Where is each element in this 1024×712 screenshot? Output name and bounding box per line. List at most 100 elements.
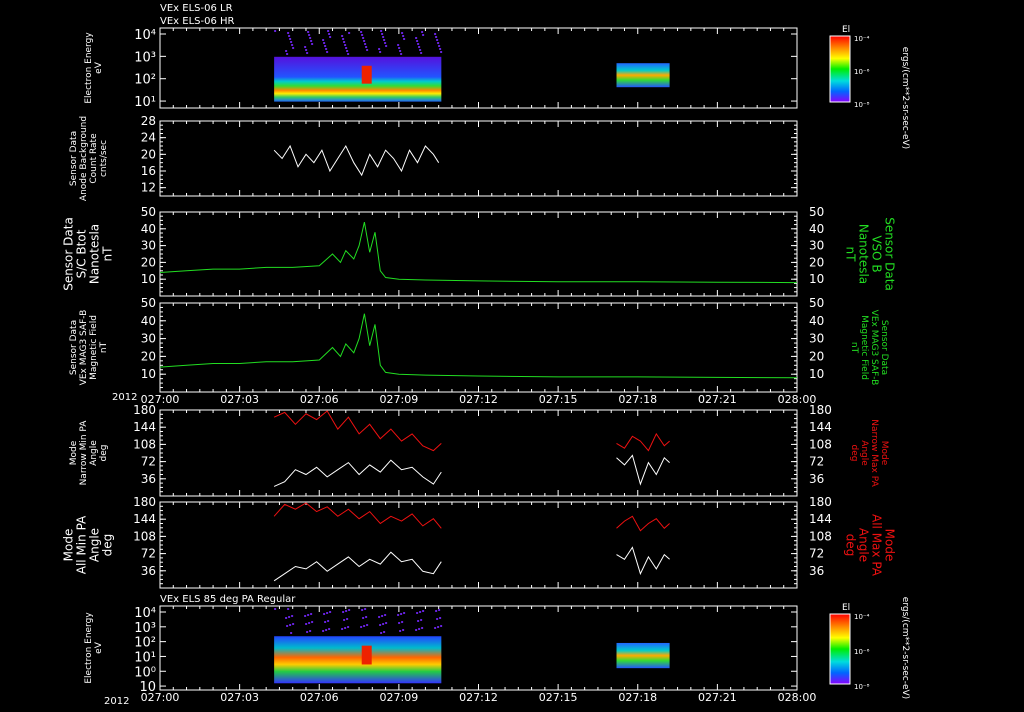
y-axis-label: Mode All Min PA Angle deg	[62, 515, 115, 574]
spectrogram-speckle	[399, 50, 402, 52]
spectrogram-speckle	[329, 36, 332, 38]
y-tick-label: 144	[133, 420, 156, 434]
time-tick-label: 027:06	[300, 393, 339, 406]
spectrogram-speckle	[345, 610, 348, 612]
time-tick-label: 027:15	[539, 691, 578, 704]
spectrogram-speckle	[326, 612, 329, 614]
y-tick-label-right: 36	[809, 472, 824, 486]
right-axis-label: ModeNarrow Max PAAngledeg	[849, 419, 889, 487]
y-axis-label-line: deg	[99, 445, 109, 462]
colorbar	[829, 613, 851, 685]
spectrogram-speckle	[439, 617, 442, 619]
spectrogram-speckle	[382, 623, 385, 625]
y-tick-label: 20	[141, 255, 156, 269]
y-tick-label-right: 30	[809, 239, 824, 253]
y-axis-label-line: Sensor Data	[62, 217, 76, 291]
y-axis-label: Electron Energy eV	[84, 612, 104, 684]
spectrogram-speckle	[401, 32, 404, 34]
time-tick-label: 027:12	[459, 691, 498, 704]
panel-frame-0	[159, 27, 798, 109]
time-tick-label: 027:00	[141, 691, 180, 704]
y-tick-label: 24	[141, 131, 156, 145]
time-tick-label: 027:15	[539, 393, 578, 406]
spectrogram-speckle	[346, 50, 349, 52]
spectrogram-speckle	[290, 41, 293, 43]
y-tick-label-right: 72	[809, 455, 824, 469]
spectrogram-block-0	[274, 56, 442, 102]
y-tick-label: 180	[133, 495, 156, 509]
spectrogram-speckle	[421, 31, 424, 33]
y-tick-label: 50	[141, 296, 156, 310]
right-axis-label-line: VSO B	[870, 235, 884, 272]
spectrogram-speckle	[383, 631, 386, 633]
spectrogram-speckle	[397, 614, 400, 616]
y-tick-label: 20	[141, 349, 156, 363]
spectrogram-speckle	[419, 611, 422, 613]
spectrogram-speckle	[420, 619, 423, 621]
y-tick-label: 72	[141, 455, 156, 469]
y-axis-label-line: Electron Energy	[84, 612, 94, 684]
y-tick-label: 72	[141, 547, 156, 561]
spectrogram-speckle	[415, 37, 418, 39]
spectrogram-speckle	[401, 621, 404, 623]
right-axis-label: Sensor DataVSO BNanoteslanT	[844, 217, 897, 291]
spectrogram-speckle	[366, 49, 369, 51]
y-tick-label: 20	[141, 147, 156, 161]
colorbar-unit: ergs/(cm**2-sr-sec-eV)	[900, 47, 910, 149]
y-tick-label-right: 180	[809, 495, 832, 509]
y-tick-label: 16	[141, 164, 156, 178]
spectrogram-speckle	[341, 35, 344, 37]
spectrogram-speckle	[435, 610, 438, 612]
series-line-3	[616, 546, 670, 576]
spectrogram-speckle	[361, 609, 364, 611]
right-axis-label: ModeAll Max PAAngledeg	[844, 514, 897, 577]
spectrogram-speckle	[380, 632, 383, 634]
right-axis-label-line: Angle	[857, 528, 871, 562]
spectrogram-speckle	[305, 623, 308, 625]
spectrogram-speckle	[286, 625, 289, 627]
spectrogram-speckle	[421, 627, 424, 629]
spectrogram-speckle	[402, 629, 405, 631]
colorbar-unit-text: ergs/(cm**2-sr-sec-eV)	[900, 597, 910, 699]
spectrogram-speckle	[403, 612, 406, 614]
spectrogram-speckle	[438, 609, 441, 611]
right-axis-label-line: All Max PA	[870, 514, 884, 577]
right-axis-label-line: Nanotesla	[857, 224, 871, 284]
right-axis-label-line: Mode	[883, 529, 897, 562]
right-axis-label-line: Mode	[879, 441, 889, 466]
spectrogram-speckle	[439, 48, 442, 50]
spectrogram-speckle	[440, 51, 443, 53]
y-axis-label: Sensor Data S/C Btot Nanotesla nT	[62, 217, 115, 291]
spectrogram-speckle	[438, 45, 441, 47]
colorbar-label: El	[842, 25, 850, 35]
time-tick-label: 027:09	[380, 393, 419, 406]
time-tick-label: 027:06	[300, 691, 339, 704]
right-axis-label-line: Narrow Max PA	[869, 419, 879, 487]
y-tick-label: 30	[141, 332, 156, 346]
colorbar-unit: ergs/(cm**2-sr-sec-eV)	[900, 597, 910, 699]
spectrogram-speckle	[291, 615, 294, 617]
spectrogram-speckle	[306, 52, 309, 54]
spectrogram-speckle	[366, 624, 369, 626]
spectrogram-speckle	[419, 49, 422, 51]
y-axis-label-line: cnts/sec	[99, 140, 109, 177]
y-tick-label: 36	[141, 472, 156, 486]
spectrogram-speckle	[417, 43, 420, 45]
right-axis-label-line: Sensor Data	[879, 320, 889, 375]
spectrogram-speckle	[436, 618, 439, 620]
spectrogram-speckle	[416, 40, 419, 42]
spectrogram-speckle	[324, 621, 327, 623]
spectrogram-speckle	[287, 32, 290, 34]
spectrogram-speckle	[325, 629, 328, 631]
spectrogram-speckle	[418, 628, 421, 630]
spectrogram-speckle	[360, 31, 363, 33]
colorbar-tick: 10⁻⁴	[854, 35, 870, 43]
spectrogram-speckle	[306, 631, 309, 633]
panel-title: VEx ELS 85 deg PA Regular	[160, 594, 296, 605]
spectrogram-speckle	[435, 36, 438, 38]
spectrogram-speckle	[365, 616, 368, 618]
spectrogram-speckle	[361, 34, 364, 36]
y-axis-label-line: Electron Energy	[84, 32, 94, 104]
y-tick-label: 10¹	[134, 650, 156, 665]
right-axis-label: Sensor DataVEx MAG3 SAF-BMagnetic Fieldn…	[849, 310, 889, 386]
